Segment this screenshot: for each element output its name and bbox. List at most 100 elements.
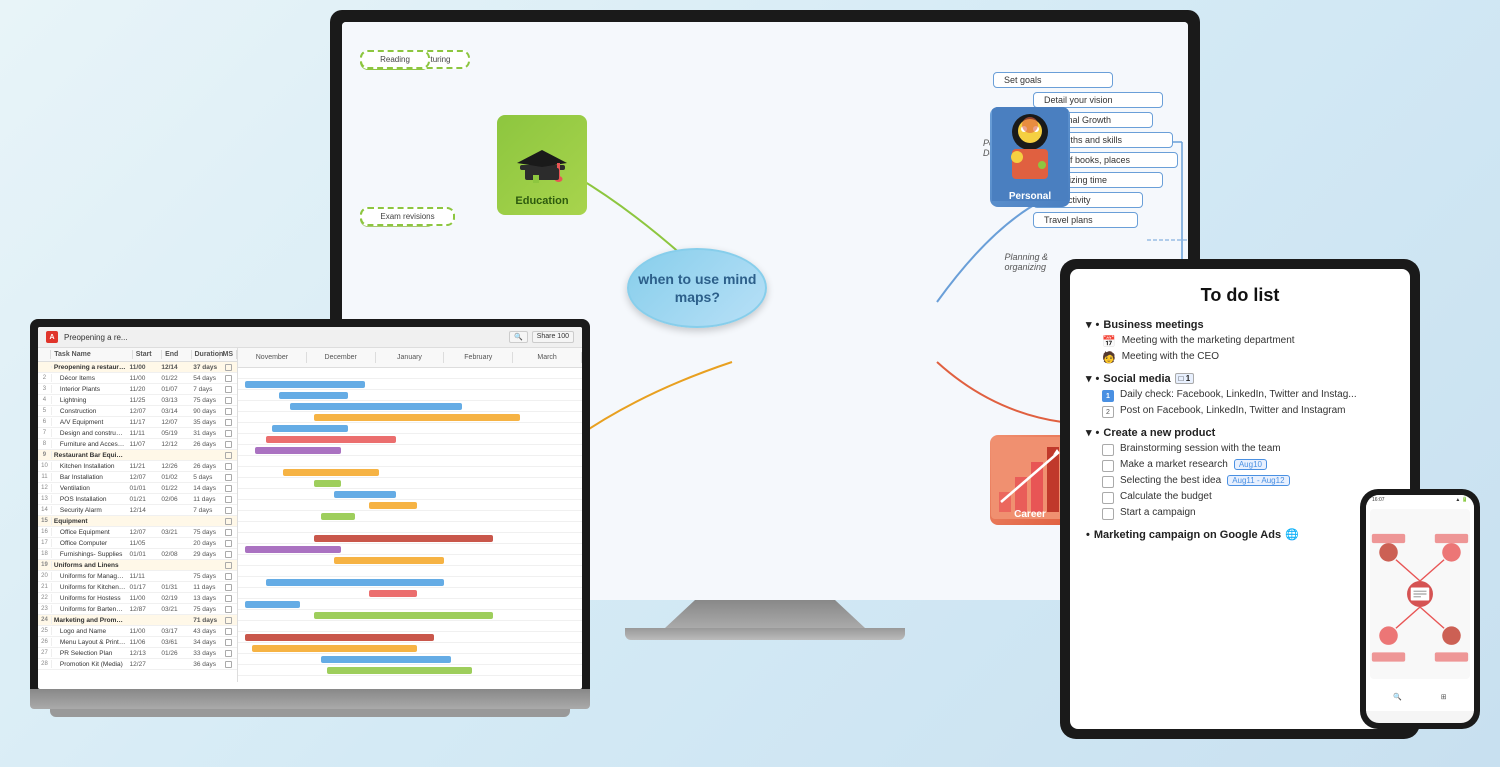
gantt-bar-row	[238, 500, 582, 511]
gantt-timeline-header: November December January February March	[238, 348, 582, 368]
career-illustration	[991, 437, 1069, 519]
graduation-cap-icon	[515, 145, 570, 195]
todo-section-product-header: ▾ • Create a new product	[1086, 426, 1394, 439]
month-dec: December	[307, 352, 376, 363]
laptop: A Preopening a re... 🔍 Share 100 Task Na…	[30, 319, 590, 739]
laptop-screen-border: A Preopening a re... 🔍 Share 100 Task Na…	[30, 319, 590, 689]
gantt-body: Task Name Start End Duration MS Preopeni…	[38, 348, 582, 682]
todo-section-business-header: ▾ • Business meetings	[1086, 318, 1394, 331]
gantt-row: 18 Furnishings- Supplies 01/01 02/08 29 …	[38, 549, 237, 560]
gantt-row: 11 Bar Installation 12/07 01/02 5 days	[38, 472, 237, 483]
gantt-row: 22 Uniforms for Hostess 11/00 02/19 13 d…	[38, 593, 237, 604]
todo-bullet-social: •	[1096, 373, 1100, 385]
person-icon: 🧑	[1102, 351, 1116, 364]
check-1-icon: 1	[1102, 390, 1114, 402]
gantt-row: 13 POS Installation 01/21 02/06 11 days	[38, 494, 237, 505]
todo-section-social: ▾ • Social media □ 1 1 Daily check: Face…	[1086, 372, 1394, 418]
todo-market-text: Make a market research	[1120, 459, 1228, 470]
phone-status-bar: 16:07 ▲ 🔋	[1366, 495, 1474, 505]
gantt-bar	[327, 667, 471, 674]
todo-product-label: Create a new product	[1103, 427, 1215, 439]
phone-screen: 16:07 ▲ 🔋	[1366, 495, 1474, 723]
gantt-row: 24 Marketing and Promotion 71 days	[38, 615, 237, 626]
education-image: Education	[497, 115, 587, 215]
gantt-bar-row	[238, 610, 582, 621]
gantt-num-header	[38, 350, 51, 359]
gantt-bar	[279, 392, 348, 399]
gantt-bar-row	[238, 412, 582, 423]
gantt-bars	[238, 368, 582, 676]
laptop-foot	[50, 709, 570, 717]
gantt-row: 3 Interior Plants 11/20 01/07 7 days	[38, 384, 237, 395]
gantt-bar-row	[238, 621, 582, 632]
gantt-bar-row	[238, 423, 582, 434]
gantt-bar	[245, 546, 341, 553]
todo-bullet-main: •	[1096, 319, 1100, 331]
gantt-bar-row	[238, 368, 582, 379]
gantt-bar	[252, 645, 417, 652]
calendar-icon: 📅	[1102, 335, 1116, 348]
gantt-bar-row	[238, 588, 582, 599]
laptop-screen: A Preopening a re... 🔍 Share 100 Task Na…	[38, 327, 582, 689]
gantt-bar-row	[238, 401, 582, 412]
gantt-search-btn[interactable]: 🔍	[509, 331, 528, 343]
todo-campaign-text: Start a campaign	[1120, 507, 1196, 518]
todo-bullet-marketing: •	[1086, 529, 1090, 541]
personal-label: Personal	[990, 191, 1070, 202]
phone-bottom-bar[interactable]: 🔍 ⊞	[1366, 683, 1474, 711]
gantt-row: 17 Office Computer 11/05 20 days	[38, 538, 237, 549]
gantt-row: 23 Uniforms for Bartenders 12/87 03/21 7…	[38, 604, 237, 615]
gantt-row: 26 Menu Layout & Printing 11/06 03/61 34…	[38, 637, 237, 648]
gantt-row: 9 Restaurant Bar Equipment	[38, 450, 237, 461]
todo-meeting-marketing: 📅 Meeting with the marketing department	[1086, 335, 1394, 348]
gantt-bar	[369, 590, 417, 597]
todo-marketing-label: Marketing campaign on Google Ads	[1094, 529, 1281, 541]
phone-content	[1366, 505, 1474, 683]
todo-section-product: ▾ • Create a new product Brainstorming s…	[1086, 426, 1394, 520]
gantt-row: 20 Uniforms for Managers 11/11 75 days	[38, 571, 237, 582]
month-mar: March	[513, 352, 582, 363]
gantt-share-btn[interactable]: Share 100	[532, 331, 574, 343]
gantt-title: Preopening a re...	[64, 333, 503, 342]
gantt-bar-row	[238, 434, 582, 445]
check-brainstorm	[1102, 444, 1114, 456]
todo-meeting-marketing-text: Meeting with the marketing department	[1122, 335, 1295, 346]
monitor-stand	[665, 600, 865, 628]
gantt-bar	[321, 513, 355, 520]
todo-campaign: Start a campaign	[1086, 507, 1394, 520]
education-label: Education	[515, 195, 568, 207]
selecting-tag: Aug11 - Aug12	[1227, 475, 1289, 486]
phone-mini-map	[1370, 509, 1470, 679]
todo-budget-text: Calculate the budget	[1120, 491, 1212, 502]
gantt-bar-row	[238, 522, 582, 533]
personal-detail: Detail your vision	[1033, 92, 1163, 108]
todo-selecting-text: Selecting the best idea	[1120, 475, 1221, 486]
gantt-column-headers: Task Name Start End Duration MS	[38, 348, 237, 362]
gantt-bar	[245, 601, 300, 608]
todo-brainstorm: Brainstorming session with the team	[1086, 443, 1394, 456]
gantt-bar	[314, 414, 520, 421]
todo-meeting-ceo-text: Meeting with the CEO	[1122, 351, 1219, 362]
gantt-row: 6 A/V Equipment 11/17 12/07 35 days	[38, 417, 237, 428]
todo-selecting: Selecting the best idea Aug11 - Aug12	[1086, 475, 1394, 488]
personal-set-goals: Set goals	[993, 72, 1113, 88]
todo-arrow-business: ▾	[1086, 318, 1092, 331]
check-2-icon: 2	[1102, 406, 1114, 418]
phone-mindmap-svg	[1370, 509, 1470, 679]
gantt-bar	[245, 634, 434, 641]
google-ads-icon: 🌐	[1285, 528, 1299, 541]
todo-bullet-product: •	[1096, 427, 1100, 439]
phone-grid-icon[interactable]: ⊞	[1441, 693, 1447, 701]
tablet-screen: To do list ▾ • Business meetings 📅 Meeti…	[1070, 269, 1410, 729]
check-campaign	[1102, 508, 1114, 520]
career-image: Career	[990, 435, 1070, 525]
personal-illustration	[992, 107, 1068, 201]
gantt-row: 14 Security Alarm 12/14 7 days	[38, 505, 237, 516]
social-badge: □ 1	[1175, 373, 1195, 384]
gantt-bar-row	[238, 489, 582, 500]
phone-search-icon[interactable]: 🔍	[1393, 693, 1402, 701]
gantt-task-header: Task Name	[51, 350, 132, 359]
gantt-row: 12 Ventilation 01/01 01/22 14 days	[38, 483, 237, 494]
personal-image: Personal	[990, 107, 1070, 207]
gantt-row: 25 Logo and Name 11/00 03/17 43 days	[38, 626, 237, 637]
